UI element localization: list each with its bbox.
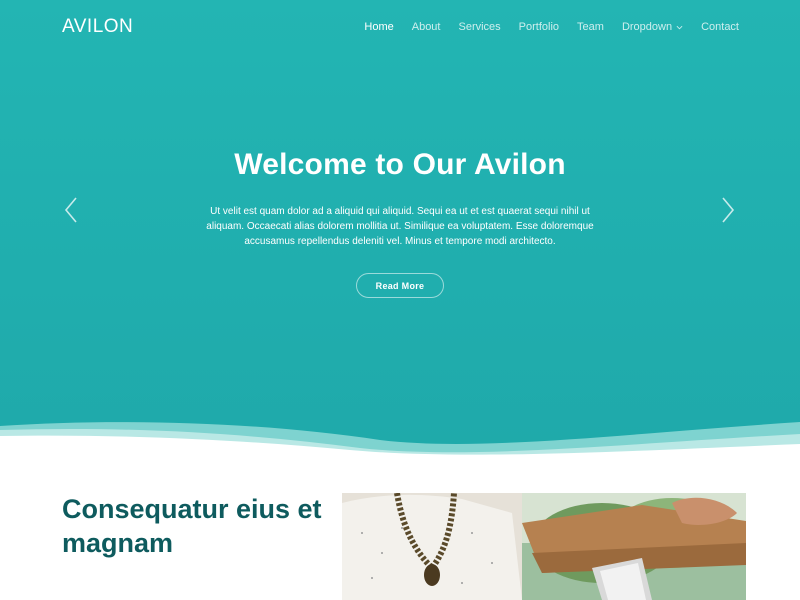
hero-title: Welcome to Our Avilon — [234, 148, 566, 181]
hero-section: AVILON Home About Services Portfolio Tea… — [0, 0, 800, 460]
nav-dropdown[interactable]: Dropdown — [622, 20, 683, 34]
chevron-down-icon — [676, 25, 683, 29]
chevron-right-icon[interactable] — [720, 196, 736, 224]
hero-description: Ut velit est quam dolor ad a aliquid qui… — [206, 206, 594, 247]
chevron-left-icon[interactable] — [63, 196, 79, 224]
hero-wave-divider — [0, 422, 800, 460]
nav-contact[interactable]: Contact — [701, 20, 739, 34]
site-logo[interactable]: AVILON — [62, 16, 133, 38]
photo-illustration — [342, 493, 746, 600]
main-nav: Home About Services Portfolio Team Dropd… — [364, 20, 739, 34]
nav-home[interactable]: Home — [364, 20, 393, 34]
nav-services[interactable]: Services — [458, 20, 500, 34]
about-photo — [342, 493, 746, 600]
section-title: Consequatur eius et magnam — [62, 494, 322, 558]
nav-about[interactable]: About — [412, 20, 441, 34]
nav-dropdown-label: Dropdown — [621, 21, 673, 33]
read-more-button[interactable]: Read More — [356, 273, 444, 298]
nav-portfolio[interactable]: Portfolio — [519, 20, 559, 34]
nav-team[interactable]: Team — [577, 20, 604, 34]
